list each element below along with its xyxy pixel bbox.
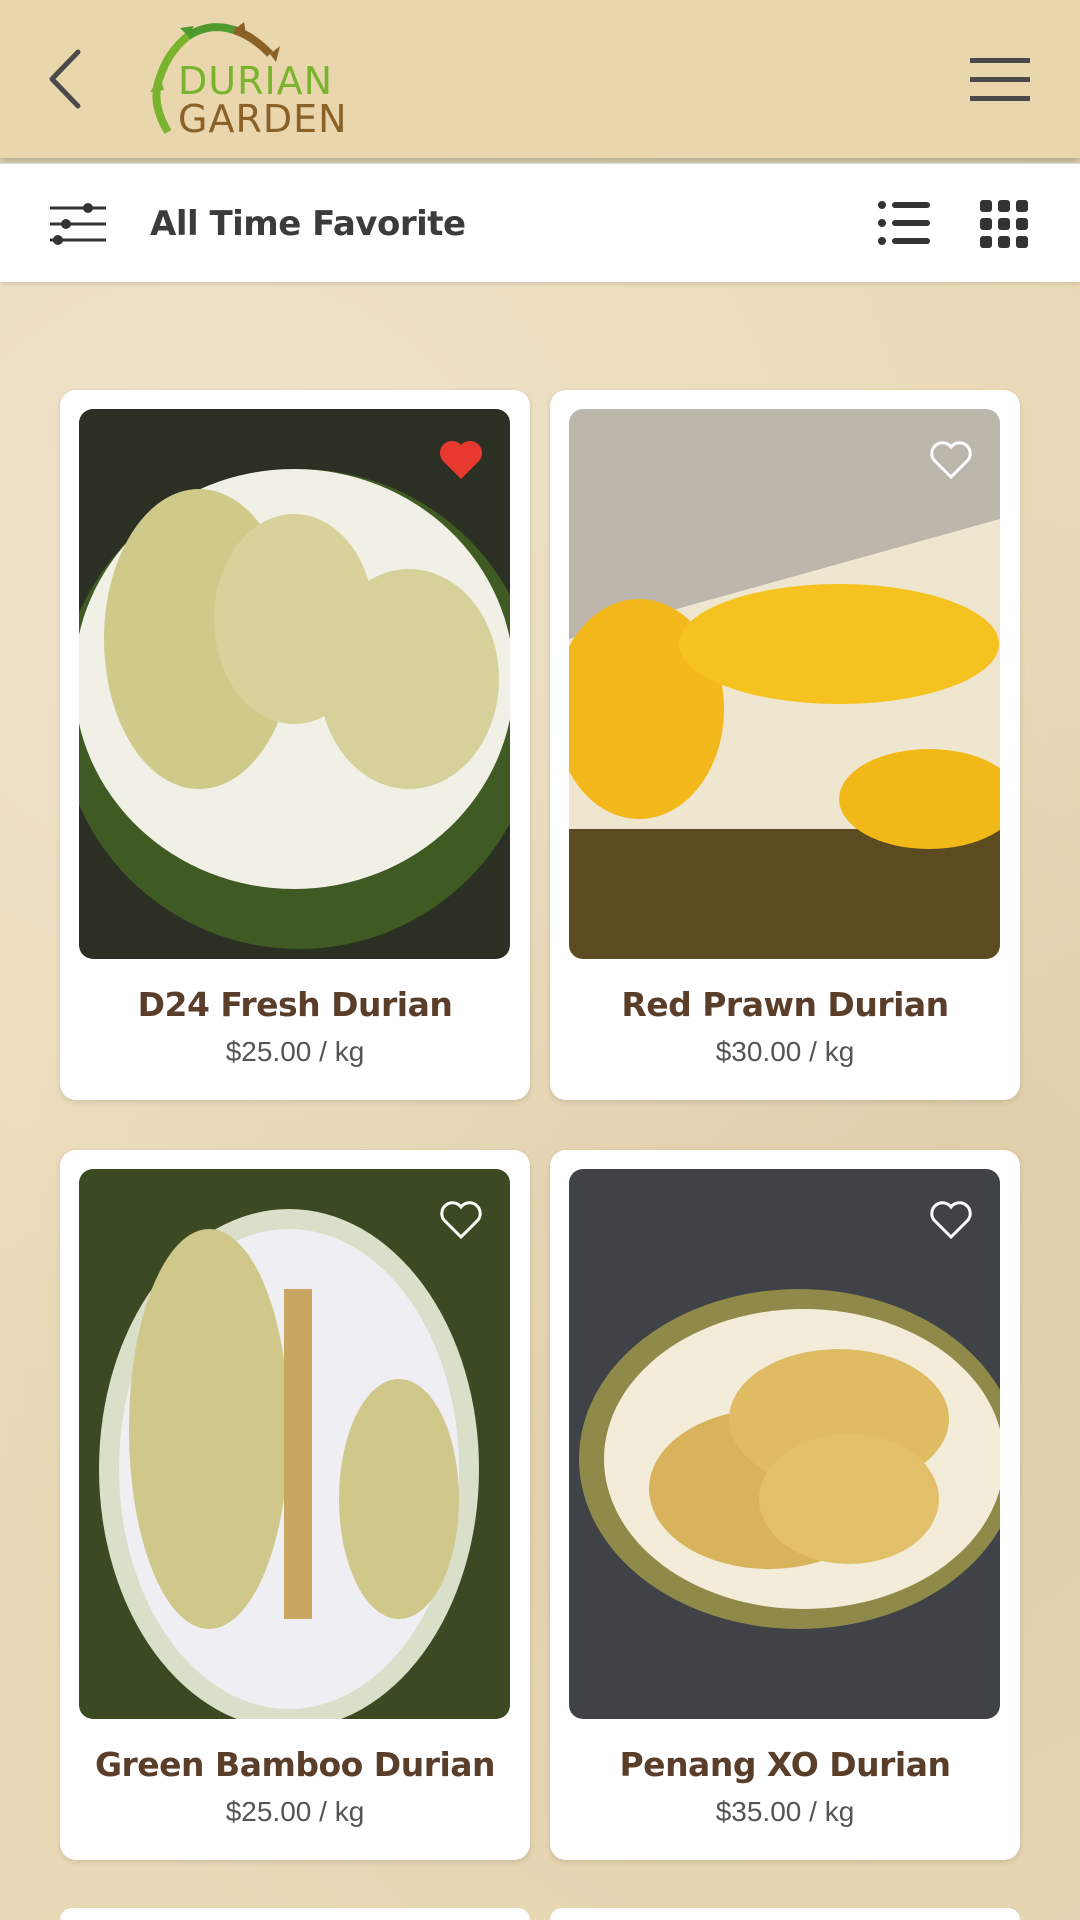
list-view-icon xyxy=(878,201,930,245)
product-name: Green Bamboo Durian xyxy=(94,1745,496,1784)
list-view-button[interactable] xyxy=(878,200,932,246)
favorite-button[interactable] xyxy=(438,1199,484,1241)
product-card[interactable]: Red Prawn Durian $30.00 / kg xyxy=(550,390,1020,1100)
hamburger-icon xyxy=(970,58,1030,101)
grid-view-button[interactable] xyxy=(980,200,1028,248)
product-image xyxy=(569,409,1000,959)
heart-filled-icon xyxy=(439,440,483,479)
product-card[interactable]: Penang XO Durian $35.00 / kg xyxy=(550,1150,1020,1860)
product-price: $25.00 / kg xyxy=(225,1796,365,1827)
heart-outline-icon xyxy=(930,441,972,480)
grid-view-icon xyxy=(980,200,1028,248)
logo-line-durian: DURIAN xyxy=(178,59,334,103)
favorite-button[interactable] xyxy=(438,439,484,481)
favorite-button[interactable] xyxy=(928,1199,974,1241)
product-card[interactable]: Green Bamboo Durian $25.00 / kg xyxy=(60,1150,530,1860)
product-image xyxy=(79,409,510,959)
heart-outline-icon xyxy=(440,1201,482,1240)
product-price: $30.00 / kg xyxy=(715,1036,855,1067)
product-image xyxy=(79,1169,510,1719)
product-name: Penang XO Durian xyxy=(619,1745,951,1784)
product-name: D24 Fresh Durian xyxy=(137,985,453,1024)
product-name: Red Prawn Durian xyxy=(621,985,949,1024)
page-title: All Time Favorite xyxy=(150,204,466,244)
logo: DURIAN GARDEN xyxy=(148,22,347,142)
product-price: $25.00 / kg xyxy=(225,1036,365,1067)
logo-line-garden: GARDEN xyxy=(178,97,348,141)
product-price: $35.00 / kg xyxy=(715,1796,855,1827)
menu-button[interactable] xyxy=(968,56,1032,104)
product-image xyxy=(569,1169,1000,1719)
app-header: DURIAN GARDEN xyxy=(0,0,1080,158)
product-card[interactable]: D24 Fresh Durian $25.00 / kg xyxy=(60,390,530,1100)
heart-outline-icon xyxy=(930,1201,972,1240)
sliders-icon xyxy=(50,203,106,245)
chevron-left-icon xyxy=(49,49,81,109)
filter-button[interactable] xyxy=(48,200,108,248)
product-card-peek[interactable] xyxy=(550,1908,1020,1920)
favorite-button[interactable] xyxy=(928,439,974,481)
product-card-peek[interactable] xyxy=(60,1908,530,1920)
back-button[interactable] xyxy=(38,44,94,114)
toolbar: All Time Favorite xyxy=(0,163,1080,282)
